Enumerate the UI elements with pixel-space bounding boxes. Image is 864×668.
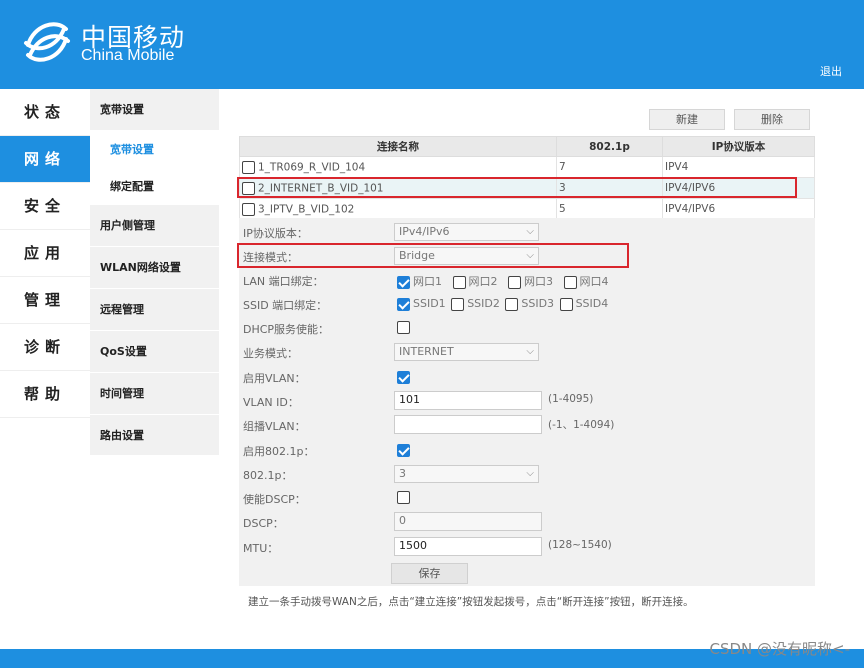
row-name: 1_TR069_R_VID_104 (258, 161, 366, 173)
brand-name-en: China Mobile (81, 47, 175, 64)
vlan-id-label: VLAN ID： (243, 396, 299, 409)
subnav-routing[interactable]: 路由设置 (90, 415, 219, 457)
chevron-down-icon: ⌵ (526, 468, 534, 479)
dscp-input[interactable]: 0 (394, 512, 542, 531)
vlan-id-hint: (1-4095) (548, 393, 594, 405)
nav-item-help[interactable]: 帮助 (0, 371, 90, 418)
header: 中国移动 China Mobile 退出 (0, 0, 864, 89)
save-button[interactable]: 保存 (391, 563, 468, 584)
subnav-binding-config[interactable]: 绑定配置 (90, 168, 219, 205)
sub-nav: 宽带设置 宽带设置 绑定配置 用户侧管理 WLAN网络设置 远程管理 QoS设置… (90, 89, 219, 457)
subnav-remote[interactable]: 远程管理 (90, 289, 219, 331)
mcast-vlan-hint: (-1、1-4094) (548, 419, 615, 431)
table-row[interactable]: 1_TR069_R_VID_104 7 IPV4 (239, 156, 815, 178)
delete-button[interactable]: 删除 (734, 109, 810, 130)
row-ip: IPV4/IPV6 (662, 198, 815, 220)
ssid-bind-label: SSID 端口绑定： (243, 299, 328, 312)
dscp-label: DSCP： (243, 517, 284, 530)
ip-version-select[interactable]: IPv4/IPv6 ⌵ (394, 223, 539, 241)
subnav-time[interactable]: 时间管理 (90, 373, 219, 415)
subnav-qos[interactable]: QoS设置 (90, 331, 219, 373)
p8021-enable-checkbox[interactable] (397, 443, 410, 457)
watermark: CSDN @没有昵称<- (709, 640, 850, 658)
ssid1-checkbox[interactable] (397, 297, 410, 311)
row-ip: IPV4 (662, 156, 815, 178)
china-mobile-logo-icon (24, 22, 70, 62)
ssid3-checkbox[interactable] (505, 297, 519, 311)
row-8021p: 7 (556, 156, 663, 178)
subnav-broadband-settings[interactable]: 宽带设置 (90, 131, 219, 168)
vlan-enable-checkbox[interactable] (397, 370, 410, 384)
lan1-checkbox[interactable] (397, 275, 410, 289)
dhcp-label: DHCP服务使能： (243, 323, 330, 336)
mcast-vlan-label: 组播VLAN： (243, 420, 306, 433)
lan4-checkbox[interactable] (563, 275, 577, 289)
service-mode-label: 业务模式： (243, 347, 298, 360)
row-checkbox[interactable] (242, 202, 255, 216)
logout-link[interactable]: 退出 (820, 63, 842, 79)
ip-version-label: IP协议版本： (243, 227, 308, 240)
nav-item-security[interactable]: 安全 (0, 183, 90, 230)
nav-item-diagnosis[interactable]: 诊断 (0, 324, 90, 371)
highlight-box (237, 177, 797, 198)
main-nav: 状态 网络 安全 应用 管理 诊断 帮助 (0, 89, 90, 418)
subnav-wlan[interactable]: WLAN网络设置 (90, 247, 219, 289)
dscp-enable-checkbox[interactable] (397, 491, 410, 504)
mtu-label: MTU： (243, 542, 279, 555)
new-button[interactable]: 新建 (649, 109, 725, 130)
col-header-8021p: 802.1p (556, 136, 663, 157)
row-name: 3_IPTV_B_VID_102 (258, 203, 355, 215)
highlight-box (237, 243, 629, 268)
nav-item-status[interactable]: 状态 (0, 89, 90, 136)
nav-item-network[interactable]: 网络 (0, 136, 90, 183)
vlan-id-input[interactable]: 101 (394, 391, 542, 410)
nav-item-management[interactable]: 管理 (0, 277, 90, 324)
col-header-name: 连接名称 (239, 136, 557, 157)
lan3-checkbox[interactable] (508, 275, 521, 289)
mtu-input[interactable]: 1500 (394, 537, 542, 556)
mtu-hint: (128~1540) (548, 539, 612, 551)
chevron-down-icon: ⌵ (526, 226, 534, 237)
service-mode-select[interactable]: INTERNET ⌵ (394, 343, 539, 361)
nav-item-application[interactable]: 应用 (0, 230, 90, 277)
wan-form: IP协议版本： IPv4/IPv6 ⌵ 连接模式： Bridge ⌵ LAN 端口绑… (239, 218, 815, 586)
table-row[interactable]: 3_IPTV_B_VID_102 5 IPV4/IPV6 (239, 198, 815, 220)
subnav-user-side[interactable]: 用户侧管理 (90, 205, 219, 247)
p8021-enable-label: 启用802.1p： (243, 445, 315, 458)
lan-bind-label: LAN 端口绑定： (243, 275, 324, 288)
col-header-ip: IP协议版本 (662, 136, 815, 157)
ssid2-checkbox[interactable] (451, 297, 465, 311)
p8021-select[interactable]: 3 ⌵ (394, 465, 539, 483)
lan2-checkbox[interactable] (452, 275, 466, 289)
subnav-broadband-group[interactable]: 宽带设置 (90, 89, 219, 131)
chevron-down-icon: ⌵ (526, 346, 534, 357)
mcast-vlan-input[interactable] (394, 415, 542, 434)
ssid-port-group: SSID1 SSID2 SSID3 SSID4 (397, 297, 615, 311)
vlan-enable-label: 启用VLAN： (243, 372, 306, 385)
p8021-label: 802.1p： (243, 469, 293, 482)
dhcp-checkbox[interactable] (397, 321, 410, 334)
dscp-enable-label: 使能DSCP： (243, 493, 306, 506)
ssid4-checkbox[interactable] (559, 297, 573, 311)
row-checkbox[interactable] (242, 160, 255, 174)
lan-port-group: 网口1 网口2 网口3 网口4 (397, 273, 616, 289)
help-note: 建立一条手动拨号WAN之后，点击“建立连接”按钮发起拨号，点击“断开连接”按钮，… (248, 596, 694, 608)
row-8021p: 5 (556, 198, 663, 220)
